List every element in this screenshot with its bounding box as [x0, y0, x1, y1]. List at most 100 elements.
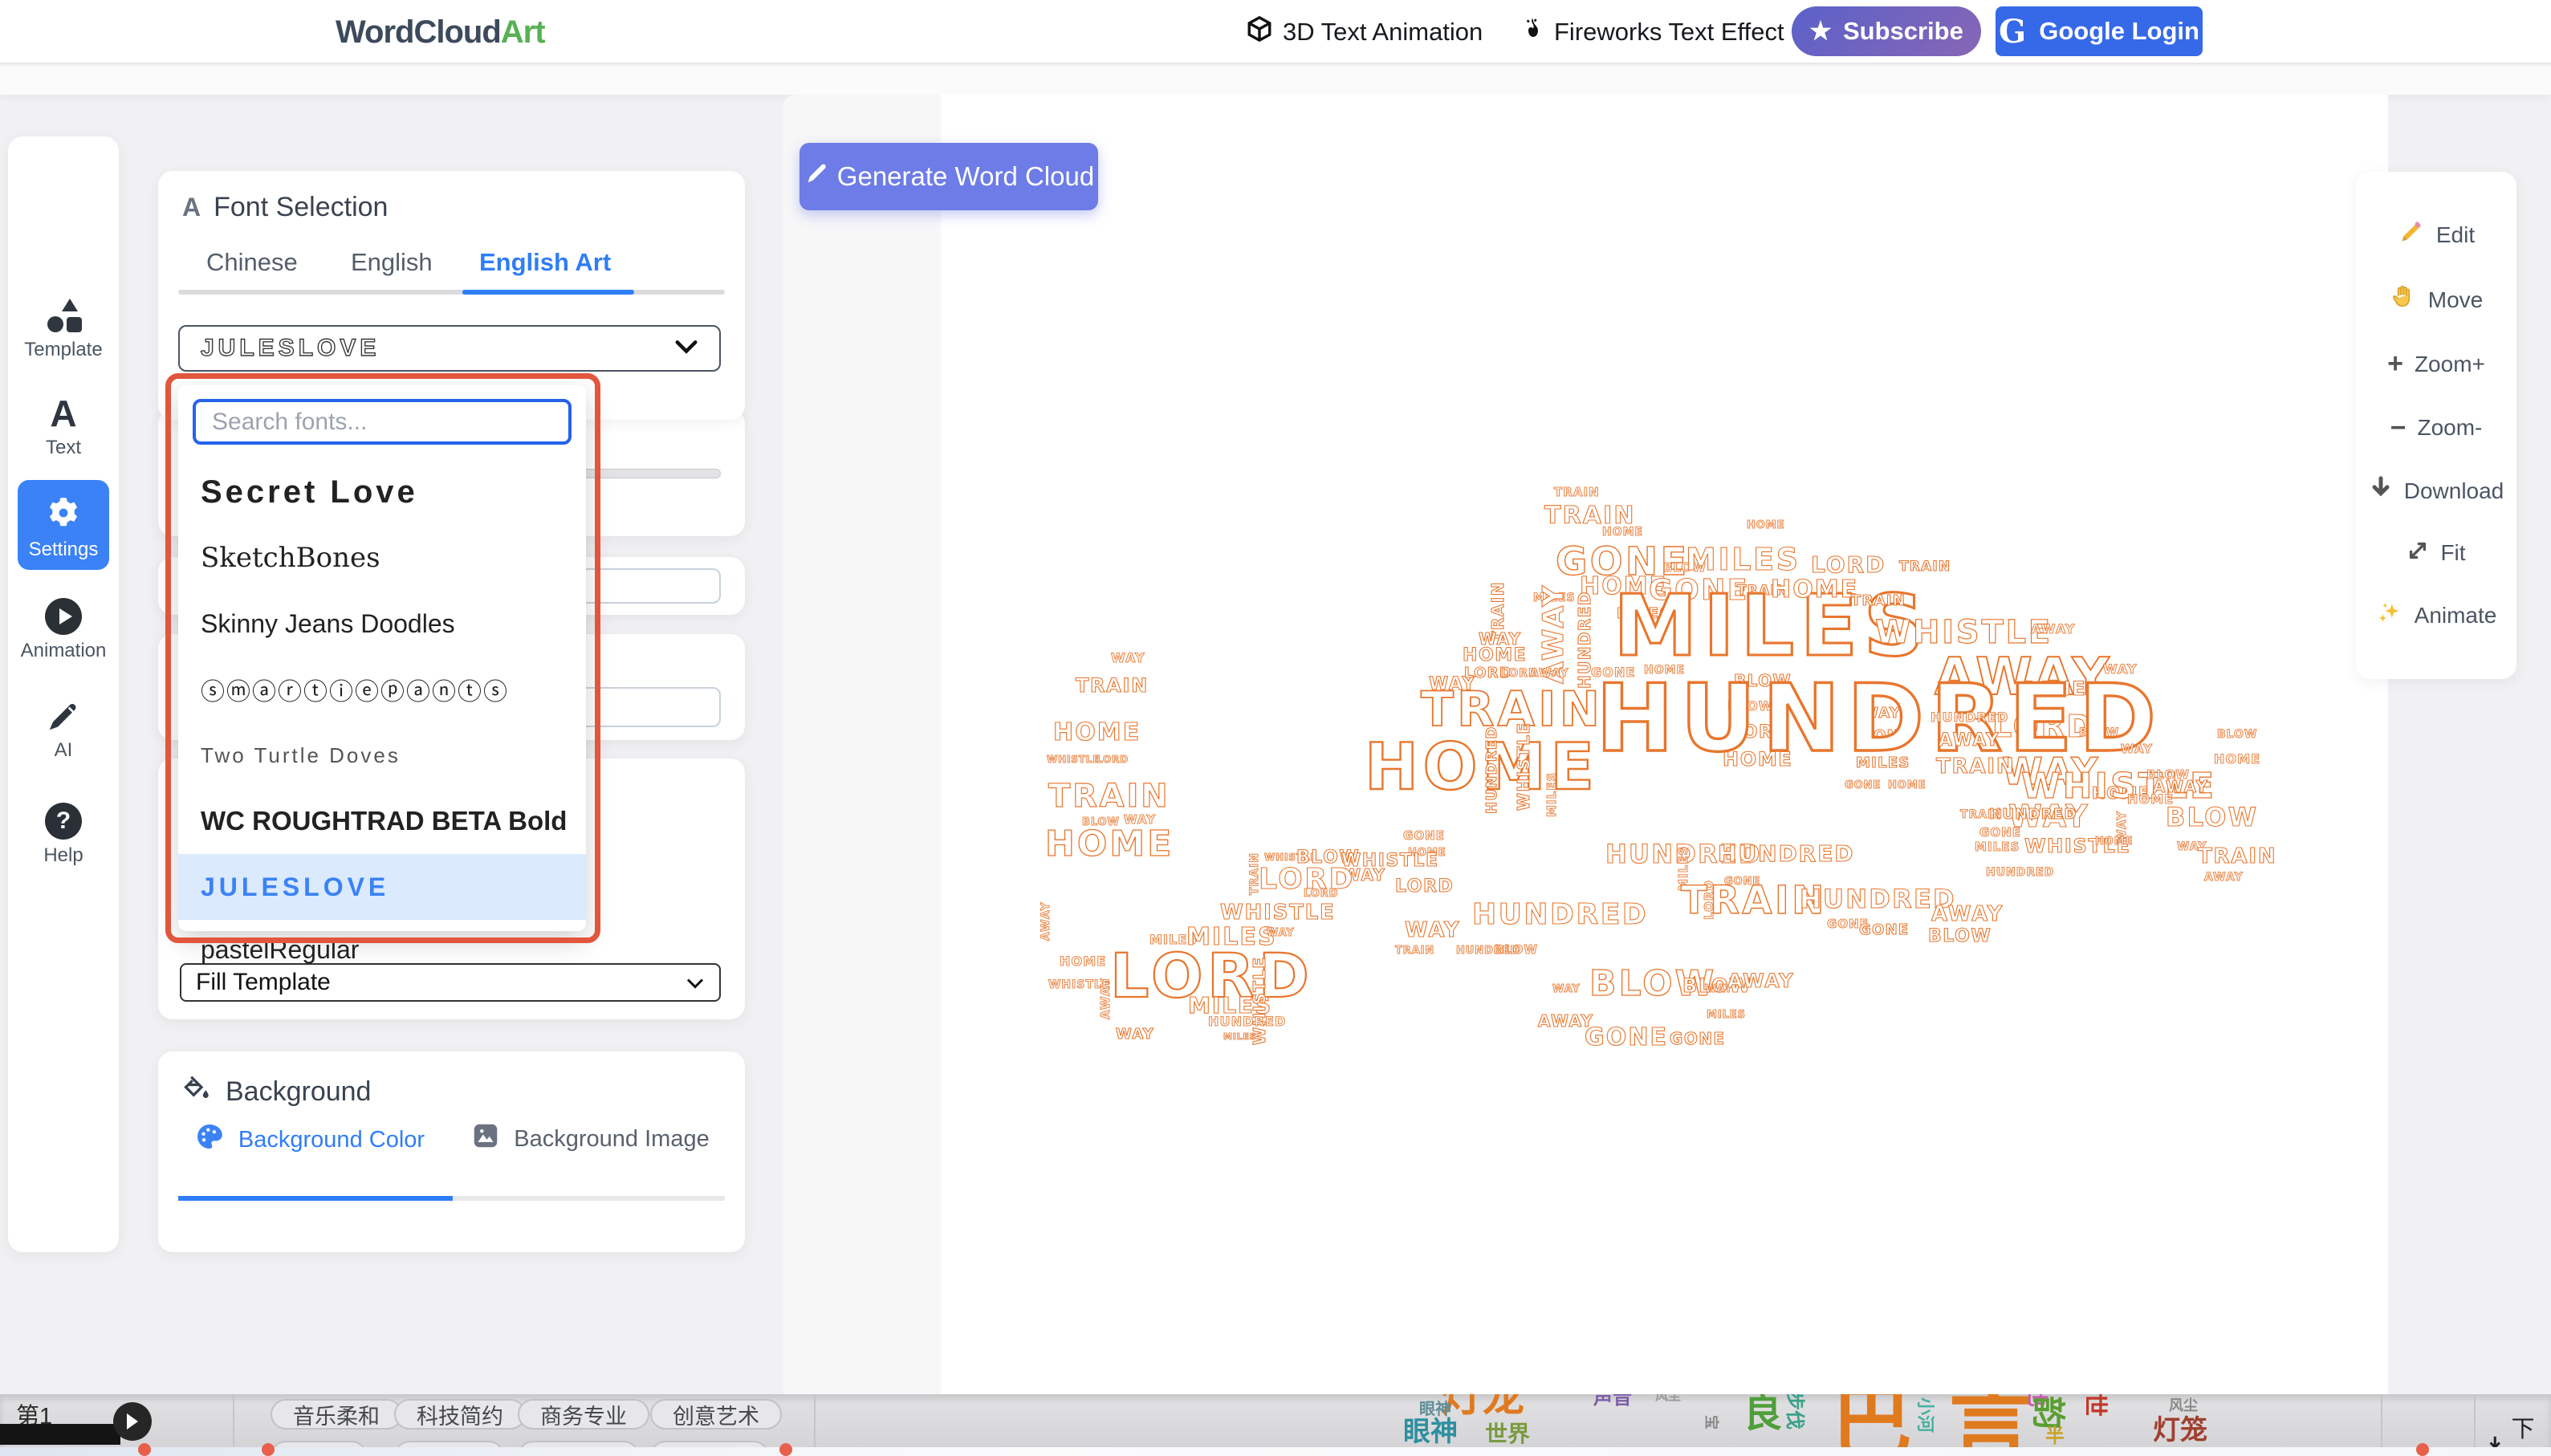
font-dropdown-panel: Secret Love SketchBones Skinny Jeans Doo…: [178, 385, 586, 931]
cloud-word: AWAY: [1727, 971, 1794, 990]
cloud-word: AWAY: [1530, 668, 1569, 679]
cloud-word: BLOW: [2217, 729, 2257, 740]
cloud-word: WAY: [1552, 984, 1581, 994]
chevron-down-icon: [674, 339, 698, 359]
cloud-word: TRAIN: [1851, 594, 1906, 608]
cloud-word: WHISTLE: [1047, 754, 1100, 764]
cloud-word: LORD: [1096, 754, 1129, 764]
cube-icon: [1246, 15, 1273, 49]
font-option-pastelregular[interactable]: pastelRegular: [178, 920, 586, 979]
subscribe-button[interactable]: ★ Subscribe: [1792, 6, 1981, 56]
bg-tab-label: Background Image: [514, 1125, 709, 1153]
font-search-input[interactable]: [193, 399, 572, 445]
paint-bucket-icon: [182, 1074, 211, 1110]
fit-button[interactable]: Fit: [2407, 539, 2465, 567]
marker-dot: [138, 1443, 151, 1456]
sidebar-label: Template: [8, 339, 119, 361]
font-option-skinny-jeans[interactable]: Skinny Jeans Doodles: [178, 591, 586, 657]
bg-tab-underline-active: [178, 1196, 453, 1201]
logo-text-art: Art: [501, 14, 545, 50]
font-option-wc-roughtrad[interactable]: WC ROUGHTRAD BETA Bold: [178, 788, 586, 854]
tab-background-image[interactable]: Background Image: [454, 1120, 726, 1157]
bg-cloud-word: 风尘: [2169, 1399, 2198, 1413]
cloud-word: AWAY: [1931, 904, 2004, 925]
sidebar-item-ai[interactable]: AI: [8, 701, 119, 762]
font-option-secret-love[interactable]: Secret Love: [178, 459, 586, 525]
sidebar-item-help[interactable]: ? Help: [8, 803, 119, 867]
cloud-word: WHISTLE: [1875, 616, 2053, 649]
sidebar-label: Settings: [18, 539, 109, 561]
cloud-word: HOME: [1888, 780, 1926, 791]
cloud-word: GONE: [1585, 1026, 1668, 1050]
cloud-word: HOME: [1602, 527, 1643, 538]
nav-3d-text-animation[interactable]: 3D Text Animation: [1246, 0, 1483, 64]
tab-english-art[interactable]: English Art: [479, 248, 611, 277]
move-button[interactable]: Move: [2390, 283, 2483, 316]
style-pill-music[interactable]: 音乐柔和: [271, 1399, 402, 1430]
cloud-word: GONE: [1403, 830, 1445, 842]
sparkles-icon: [2376, 600, 2403, 632]
cloud-word: WAY: [1116, 1027, 1154, 1042]
pen-icon: [804, 160, 831, 193]
cloud-word: LORD: [1395, 878, 1454, 896]
font-option-juleslove[interactable]: JULESLOVE: [178, 854, 586, 920]
zoom-in-button[interactable]: + Zoom+: [2387, 348, 2485, 380]
cloud-word: HOME: [1060, 955, 1106, 968]
cloud-word: HOME: [1747, 520, 1784, 531]
google-login-button[interactable]: G Google Login: [1996, 6, 2203, 56]
sidebar-item-text[interactable]: A Text: [8, 395, 119, 459]
cloud-word: WAY: [1479, 631, 1521, 647]
cloud-word: HUNDRED: [1718, 843, 1855, 865]
bg-tab-label: Background Color: [238, 1126, 425, 1153]
cloud-word: HOME: [1045, 827, 1174, 862]
font-a-icon: A: [182, 193, 201, 222]
tab-chinese[interactable]: Chinese: [206, 248, 298, 277]
cloud-word: WAY: [2121, 743, 2153, 755]
nav-fireworks-text-effect[interactable]: Fireworks Text Effect: [1519, 0, 1784, 64]
play-icon: [127, 1413, 138, 1430]
font-select-box[interactable]: JULESLOVE: [178, 325, 721, 372]
bg-cloud-word: 灯笼: [2153, 1417, 2207, 1444]
tab-english[interactable]: English: [351, 248, 433, 277]
cloud-word: MILES: [1686, 544, 1800, 575]
play-button[interactable]: [113, 1402, 152, 1441]
cloud-word: HOME: [1463, 647, 1527, 665]
cloud-word: TRAIN: [1960, 809, 2003, 820]
sidebar-item-settings[interactable]: Settings: [18, 480, 109, 570]
cloud-word: HUNDRED: [1577, 591, 1593, 689]
cloud-word: BLOW: [2166, 804, 2258, 830]
fit-arrows-icon: [2407, 539, 2429, 567]
logo-text-wordcloud: WordCloud: [336, 14, 501, 50]
zoom-out-button[interactable]: − Zoom-: [2390, 413, 2483, 444]
sidebar-item-animation[interactable]: Animation: [8, 598, 119, 662]
bg-cloud-word: 灯龙: [1441, 1394, 1524, 1418]
style-pill-creative[interactable]: 创意艺术: [650, 1399, 782, 1430]
animate-button[interactable]: Animate: [2376, 600, 2497, 632]
sidebar-item-template[interactable]: Template: [8, 297, 119, 361]
app-logo[interactable]: WordCloudArt: [336, 14, 545, 51]
bg-cloud-word: 风尘: [1655, 1394, 1681, 1402]
font-option-sketchbones[interactable]: SketchBones: [178, 525, 586, 591]
style-pill-business[interactable]: 商务专业: [518, 1399, 649, 1430]
download-button[interactable]: Download: [2369, 476, 2504, 507]
generate-label: Generate Word Cloud: [837, 161, 1094, 192]
style-pill-tech[interactable]: 科技简约: [394, 1399, 526, 1430]
generate-wordcloud-button[interactable]: Generate Word Cloud: [799, 143, 1098, 210]
cloud-word: HUNDRED: [1208, 1015, 1286, 1028]
tab-background-color[interactable]: Background Color: [173, 1120, 446, 1159]
cloud-word: HUNDRED: [1456, 946, 1520, 956]
edit-button[interactable]: Edit: [2398, 218, 2475, 251]
font-option-smartiepants[interactable]: ⓢⓜⓐⓡⓣⓘⓔⓟⓐⓝⓣⓢ: [178, 657, 586, 722]
background-title: Background: [182, 1074, 371, 1110]
nav-label: 3D Text Animation: [1283, 18, 1483, 47]
bg-cloud-word: 步伐: [1785, 1394, 1804, 1430]
cloud-word: WAY: [1405, 920, 1460, 941]
cloud-word: HOME: [2095, 836, 2133, 847]
cloud-word: BLOW: [2146, 769, 2190, 781]
cloud-word: TRAIN: [1249, 852, 1260, 895]
cloud-word: HUNDRED: [1596, 673, 2162, 766]
marker-dot: [779, 1443, 792, 1456]
timeline-thumbnail: [0, 1424, 120, 1445]
font-option-two-turtle-doves[interactable]: Two Turtle Doves: [178, 722, 586, 788]
cloud-word: WHISTLE: [1220, 902, 1336, 923]
